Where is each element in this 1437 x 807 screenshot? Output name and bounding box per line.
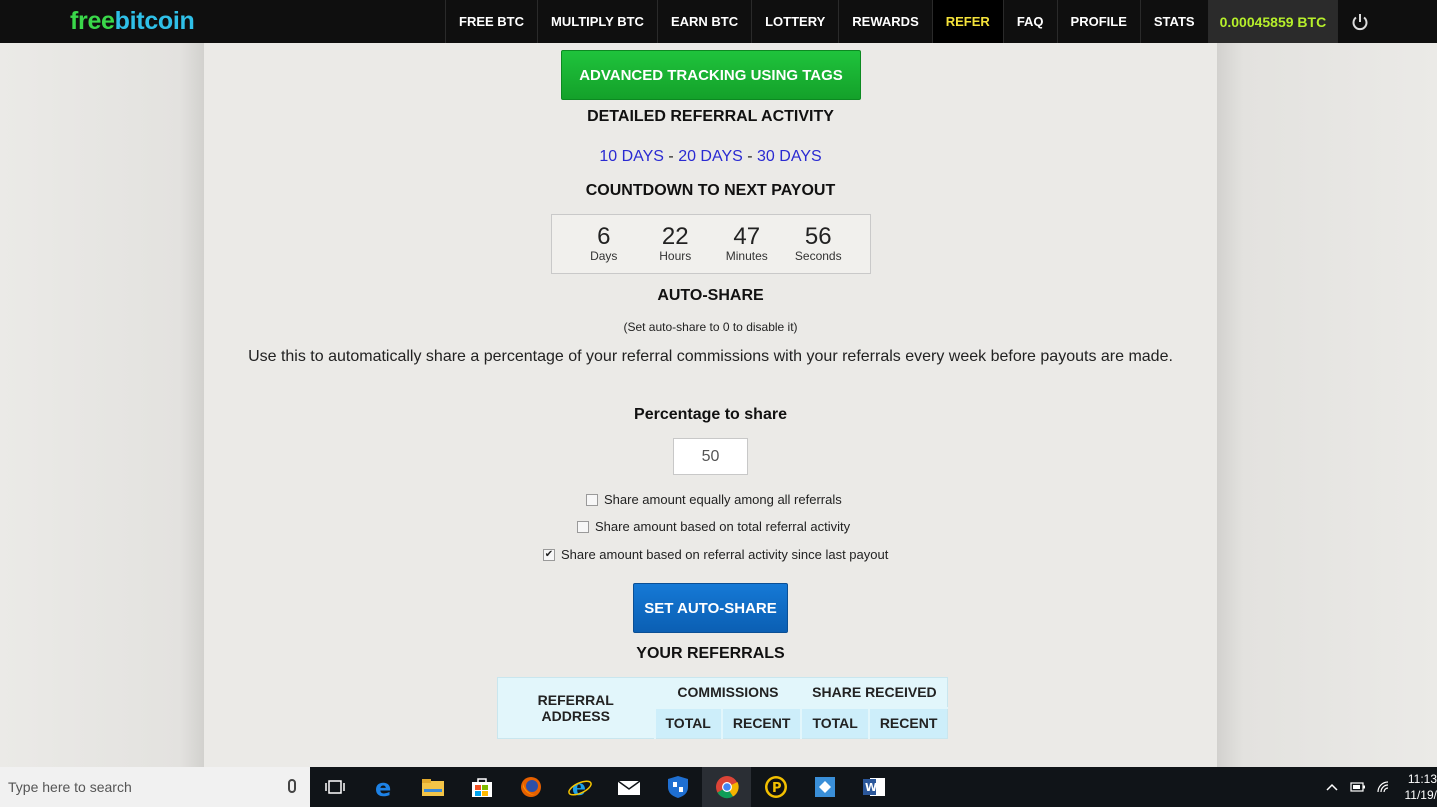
countdown-value: 22 bbox=[661, 223, 689, 250]
detailed-activity-heading: DETAILED REFERRAL ACTIVITY bbox=[587, 108, 834, 125]
logo-bitcoin: bitcoin bbox=[114, 7, 195, 35]
countdown-hours: 22 Hours bbox=[640, 215, 712, 273]
edge-icon[interactable]: e bbox=[359, 767, 408, 807]
referrals-table: REFERRAL ADDRESS COMMISSIONS SHARE RECEI… bbox=[497, 677, 949, 739]
checkbox-equal-share[interactable] bbox=[586, 493, 598, 506]
nav-item-rewards[interactable]: REWARDS bbox=[838, 0, 931, 43]
system-tray: 11:13 11/19/ bbox=[1319, 767, 1437, 807]
checkbox-total-activity[interactable] bbox=[577, 520, 589, 533]
nav-item-refer[interactable]: REFER bbox=[931, 0, 1003, 43]
nav-item-faq[interactable]: FAQ bbox=[1002, 0, 1057, 43]
nav-item-free-btc[interactable]: FREE BTC bbox=[445, 0, 537, 43]
autoshare-note: (Set auto-share to 0 to disable it) bbox=[623, 320, 798, 334]
task-view-icon[interactable] bbox=[310, 767, 359, 807]
logo-free: free bbox=[70, 7, 115, 35]
top-navigation: freebitcoin FREE BTC MULTIPLY BTC EARN B… bbox=[0, 0, 1437, 43]
countdown-label: Days bbox=[590, 249, 618, 263]
microphone-icon[interactable] bbox=[288, 779, 296, 793]
link-20-days[interactable]: 20 DAYS bbox=[678, 148, 743, 165]
advanced-tracking-button[interactable]: ADVANCED TRACKING USING TAGS bbox=[561, 50, 861, 100]
svg-text:P: P bbox=[772, 781, 782, 796]
remote-desktop-icon[interactable] bbox=[800, 767, 849, 807]
nav-item-earn-btc[interactable]: EARN BTC bbox=[656, 0, 751, 43]
svg-text:W: W bbox=[865, 781, 877, 794]
firefox-icon[interactable] bbox=[506, 767, 555, 807]
percentage-label: Percentage to share bbox=[634, 406, 787, 423]
option-since-last-payout[interactable]: ✔ Share amount based on referral activit… bbox=[543, 547, 888, 562]
days-links: 10 DAYS - 20 DAYS - 30 DAYS bbox=[204, 148, 1217, 166]
countdown-label: Minutes bbox=[725, 249, 768, 263]
wifi-icon[interactable] bbox=[1371, 767, 1397, 807]
countdown-value: 6 bbox=[597, 223, 611, 250]
defender-icon[interactable] bbox=[653, 767, 702, 807]
set-autoshare-button[interactable]: SET AUTO-SHARE bbox=[633, 583, 788, 633]
countdown-label: Hours bbox=[659, 249, 692, 263]
option-equal-share[interactable]: Share amount equally among all referrals bbox=[586, 492, 842, 507]
search-placeholder: Type here to search bbox=[8, 779, 132, 795]
checkbox-since-last-payout[interactable]: ✔ bbox=[543, 548, 555, 561]
countdown-timer: 6 Days 22 Hours 47 Minutes 56 Seconds bbox=[551, 214, 871, 274]
your-referrals-heading: YOUR REFERRALS bbox=[636, 645, 785, 662]
mail-icon[interactable] bbox=[604, 767, 653, 807]
app-p-icon[interactable]: P bbox=[751, 767, 800, 807]
link-30-days[interactable]: 30 DAYS bbox=[757, 148, 822, 165]
site-logo[interactable]: freebitcoin bbox=[70, 7, 195, 36]
clock-time: 11:13 bbox=[1407, 772, 1437, 786]
nav-item-stats[interactable]: STATS bbox=[1139, 0, 1208, 43]
col-commissions-recent: RECENT bbox=[720, 706, 802, 739]
percentage-input[interactable] bbox=[673, 438, 748, 475]
balance-display[interactable]: 0.00045859 BTC bbox=[1207, 0, 1338, 43]
nav-item-profile[interactable]: PROFILE bbox=[1056, 0, 1140, 43]
option-label: Share amount based on total referral act… bbox=[595, 519, 851, 534]
nav-menu: FREE BTC MULTIPLY BTC EARN BTC LOTTERY R… bbox=[445, 0, 1382, 43]
link-10-days[interactable]: 10 DAYS bbox=[599, 148, 664, 165]
clock-date: 11/19/ bbox=[1404, 788, 1437, 802]
countdown-minutes: 47 Minutes bbox=[711, 215, 783, 273]
svg-text:e: e bbox=[375, 775, 391, 799]
link-separator: - bbox=[742, 148, 758, 165]
col-commissions-total: TOTAL bbox=[653, 706, 722, 739]
option-label: Share amount based on referral activity … bbox=[561, 547, 889, 562]
countdown-heading: COUNTDOWN TO NEXT PAYOUT bbox=[585, 182, 836, 199]
left-shadow bbox=[0, 43, 204, 767]
refer-content: ADVANCED TRACKING USING TAGS DETAILED RE… bbox=[204, 43, 1217, 767]
word-icon[interactable]: W bbox=[849, 767, 898, 807]
col-commissions: COMMISSIONS bbox=[677, 684, 779, 701]
store-icon[interactable] bbox=[457, 767, 506, 807]
countdown-days: 6 Days bbox=[568, 215, 640, 273]
chrome-icon[interactable] bbox=[702, 767, 751, 807]
taskbar-search[interactable]: Type here to search bbox=[0, 767, 310, 807]
autoshare-description: Use this to automatically share a percen… bbox=[248, 348, 1173, 365]
internet-explorer-icon[interactable]: e bbox=[555, 767, 604, 807]
option-label: Share amount equally among all referrals bbox=[604, 492, 842, 507]
col-share-received: SHARE RECEIVED bbox=[812, 684, 937, 701]
col-share-recent: RECENT bbox=[867, 706, 948, 739]
countdown-value: 56 bbox=[804, 223, 832, 250]
col-share-total: TOTAL bbox=[800, 706, 869, 739]
battery-icon[interactable] bbox=[1345, 767, 1371, 807]
countdown-value: 47 bbox=[733, 223, 761, 250]
countdown-seconds: 56 Seconds bbox=[783, 215, 855, 273]
link-separator: - bbox=[663, 148, 679, 165]
file-explorer-icon[interactable] bbox=[408, 767, 457, 807]
chevron-up-icon[interactable] bbox=[1319, 767, 1345, 807]
nav-item-multiply-btc[interactable]: MULTIPLY BTC bbox=[537, 0, 657, 43]
nav-item-lottery[interactable]: LOTTERY bbox=[751, 0, 838, 43]
right-shadow bbox=[1217, 43, 1437, 767]
windows-taskbar: Type here to search e e P W 11:13 11/19/ bbox=[0, 767, 1437, 807]
option-total-activity[interactable]: Share amount based on total referral act… bbox=[577, 519, 850, 534]
power-icon[interactable] bbox=[1337, 0, 1382, 43]
countdown-label: Seconds bbox=[794, 249, 842, 263]
autoshare-heading: AUTO-SHARE bbox=[657, 287, 764, 304]
col-referral-address: REFERRAL ADDRESS bbox=[537, 692, 614, 724]
taskbar-clock[interactable]: 11:13 11/19/ bbox=[1397, 771, 1437, 803]
